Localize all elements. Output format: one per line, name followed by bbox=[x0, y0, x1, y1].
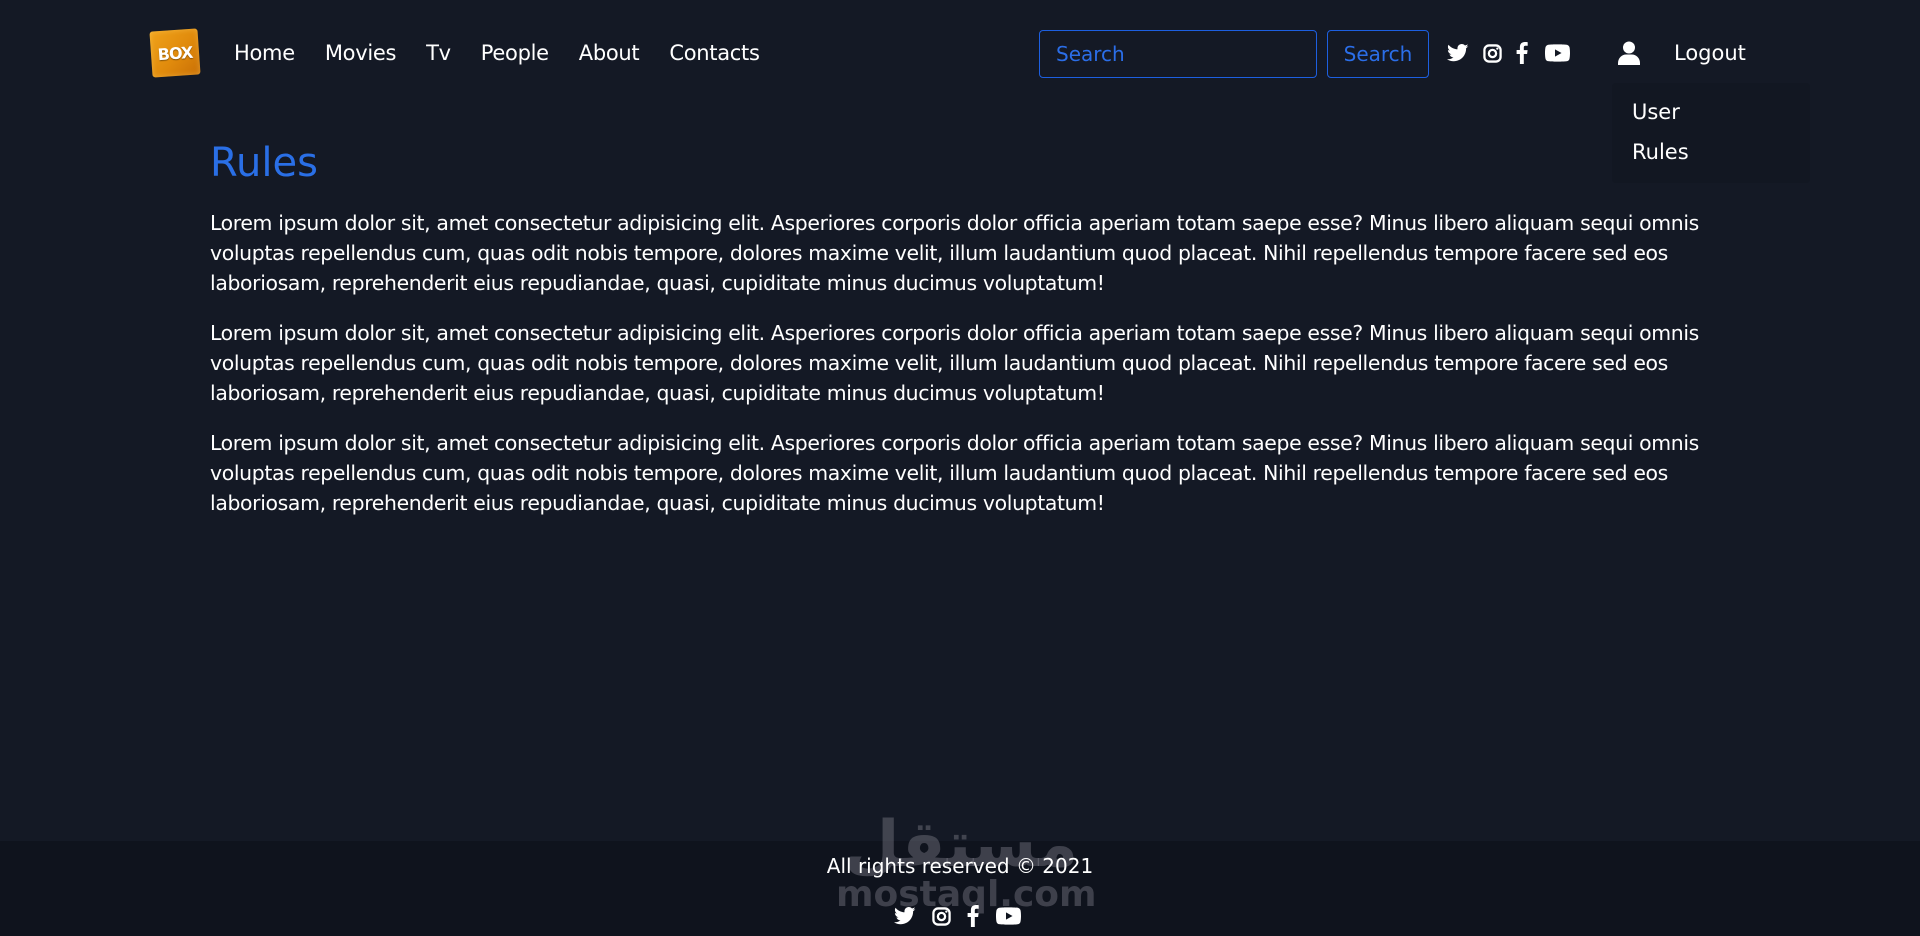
nav-link-tv[interactable]: Tv bbox=[426, 40, 451, 67]
twitter-icon[interactable] bbox=[1446, 42, 1470, 64]
page: BOX Home Movies Tv People About Contacts… bbox=[0, 0, 1920, 936]
rules-paragraph: Lorem ipsum dolor sit, amet consectetur … bbox=[210, 211, 1699, 295]
page-title: Rules bbox=[210, 140, 318, 186]
main-nav: Home Movies Tv People About Contacts bbox=[234, 40, 790, 67]
box-logo[interactable]: BOX bbox=[149, 28, 201, 78]
instagram-icon[interactable] bbox=[930, 905, 952, 927]
youtube-icon[interactable] bbox=[1544, 42, 1570, 64]
social-links-header bbox=[1446, 42, 1570, 64]
copyright-text: All rights reserved © 2021 bbox=[826, 854, 1094, 878]
facebook-icon[interactable] bbox=[965, 905, 981, 927]
twitter-icon[interactable] bbox=[893, 905, 917, 927]
search-button[interactable]: Search bbox=[1327, 30, 1429, 78]
rules-paragraph: Lorem ipsum dolor sit, amet consectetur … bbox=[210, 321, 1699, 405]
search-input[interactable] bbox=[1039, 30, 1317, 78]
logo-text: BOX bbox=[157, 42, 193, 64]
nav-link-about[interactable]: About bbox=[579, 40, 640, 67]
facebook-icon[interactable] bbox=[1514, 42, 1530, 64]
nav-link-people[interactable]: People bbox=[481, 40, 549, 67]
rules-paragraph: Lorem ipsum dolor sit, amet consectetur … bbox=[210, 431, 1699, 515]
dropdown-item-user[interactable]: User bbox=[1632, 99, 1680, 126]
dropdown-item-rules[interactable]: Rules bbox=[1632, 139, 1689, 166]
nav-link-movies[interactable]: Movies bbox=[325, 40, 397, 67]
youtube-icon[interactable] bbox=[995, 905, 1021, 927]
account-dropdown-menu: User Rules bbox=[1612, 83, 1810, 183]
nav-link-home[interactable]: Home bbox=[234, 40, 295, 67]
logout-link[interactable]: Logout bbox=[1674, 40, 1746, 67]
nav-link-contacts[interactable]: Contacts bbox=[669, 40, 760, 67]
social-links-footer bbox=[893, 905, 1021, 927]
instagram-icon[interactable] bbox=[1481, 42, 1503, 64]
user-icon[interactable] bbox=[1618, 41, 1640, 69]
